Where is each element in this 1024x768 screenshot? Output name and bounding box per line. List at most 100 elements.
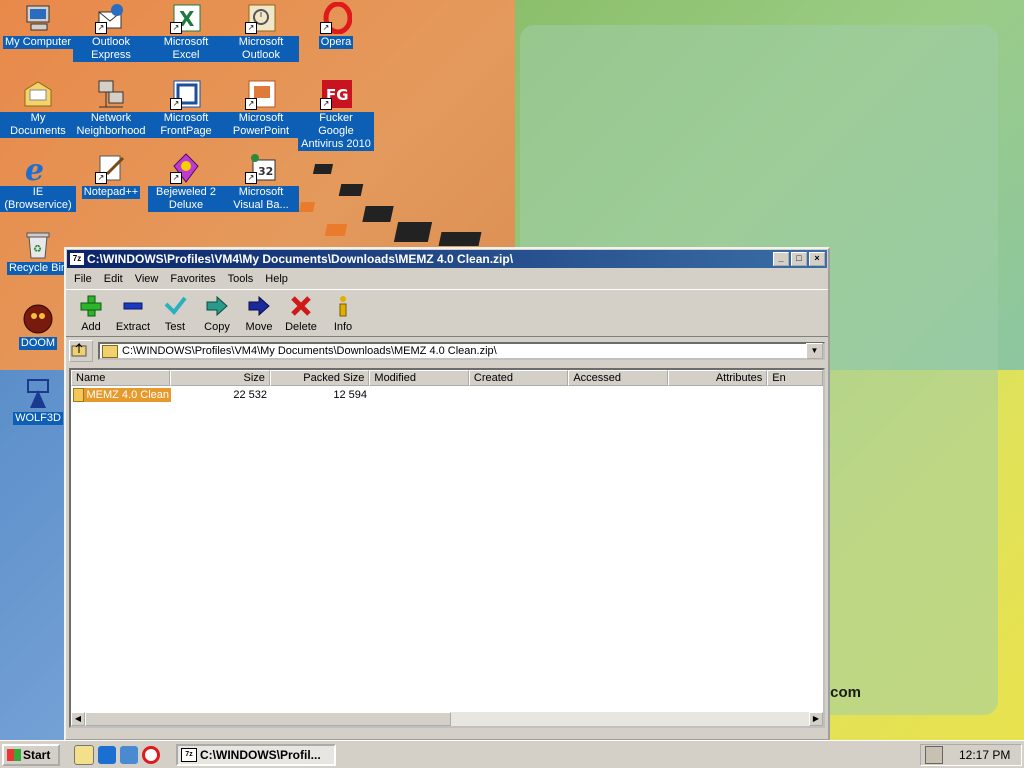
desktop-icon-notepad-plus-plus[interactable]: ↗ Notepad++ [73, 152, 149, 199]
column-encrypted[interactable]: En [767, 370, 823, 386]
frontpage-icon: ↗ [170, 78, 202, 110]
table-row[interactable]: MEMZ 4.0 Clean 22 532 12 594 [71, 386, 823, 404]
wallpaper-tile [324, 224, 348, 236]
desktop-icon-microsoft-frontpage[interactable]: ↗ Microsoft FrontPage [148, 78, 224, 138]
item-name: MEMZ 4.0 Clean [86, 389, 169, 401]
windows-flag-icon [7, 748, 21, 761]
maximize-button[interactable]: □ [791, 252, 807, 266]
scrollbar-thumb[interactable] [85, 712, 451, 726]
desktop-icon-label: IE (Browservice) [0, 186, 76, 212]
test-button[interactable]: Test [154, 294, 196, 336]
address-combobox[interactable]: C:\WINDOWS\Profiles\VM4\My Documents\Dow… [98, 342, 825, 360]
shortcut-arrow-icon: ↗ [320, 98, 332, 110]
selected-item[interactable]: MEMZ 4.0 Clean [73, 388, 171, 402]
column-packed-size[interactable]: Packed Size [269, 370, 370, 386]
scroll-left-icon[interactable]: ◀ [71, 712, 85, 726]
desktop-icon-microsoft-outlook[interactable]: ↗ Microsoft Outlook [223, 2, 299, 62]
desktop-icon-microsoft-powerpoint[interactable]: ↗ Microsoft PowerPoint [223, 78, 299, 138]
window-titlebar[interactable]: 7z C:\WINDOWS\Profiles\VM4\My Documents\… [67, 250, 827, 268]
computer-icon [22, 2, 54, 34]
copy-label: Copy [204, 321, 230, 333]
start-button[interactable]: Start [2, 743, 60, 766]
name-cell: MEMZ 4.0 Clean [71, 388, 171, 402]
plus-icon [79, 294, 103, 318]
shortcut-arrow-icon: ↗ [170, 22, 182, 34]
menu-edit[interactable]: Edit [98, 273, 129, 285]
quicklaunch-outlook-icon[interactable] [120, 745, 138, 764]
file-list[interactable]: Name Size Packed Size Modified Created A… [69, 368, 825, 728]
add-button[interactable]: Add [70, 294, 112, 336]
desktop-icon-microsoft-excel[interactable]: X ↗ Microsoft Excel [148, 2, 224, 62]
column-name[interactable]: Name [71, 370, 171, 386]
desktop-icon-label: Opera [318, 36, 354, 49]
doom-icon [22, 303, 54, 335]
extract-button[interactable]: Extract [112, 294, 154, 336]
desktop-icon-label: My Documents [0, 112, 76, 138]
move-button[interactable]: Move [238, 294, 280, 336]
column-created[interactable]: Created [468, 370, 569, 386]
extract-label: Extract [115, 321, 151, 333]
desktop-icon-label: DOOM [18, 337, 58, 350]
delete-x-icon [289, 294, 313, 318]
minimize-button[interactable]: _ [773, 252, 789, 266]
desktop-icon-outlook-express[interactable]: ↗ Outlook Express [73, 2, 149, 62]
menu-tools[interactable]: Tools [222, 273, 260, 285]
quicklaunch-ie-icon[interactable] [98, 745, 116, 764]
close-button[interactable]: × [809, 252, 825, 266]
7zip-app-icon: 7z [70, 253, 84, 265]
menu-help[interactable]: Help [259, 273, 294, 285]
menu-file[interactable]: File [68, 273, 98, 285]
scrollbar-track[interactable] [451, 712, 809, 726]
desktop-icon-label: Outlook Express [73, 36, 149, 62]
desktop-icon-antivirus[interactable]: FG ↗ Fucker Google Antivirus 2010 [298, 78, 374, 151]
copy-arrow-icon [205, 294, 229, 318]
desktop-icon-my-computer[interactable]: My Computer [0, 2, 76, 49]
dropdown-arrow-icon[interactable]: ▼ [806, 343, 823, 359]
7zip-app-icon: 7z [181, 747, 197, 762]
column-attributes[interactable]: Attributes [667, 370, 768, 386]
up-folder-button[interactable] [69, 340, 93, 362]
copy-button[interactable]: Copy [196, 294, 238, 336]
internet-explorer-icon: e [22, 152, 54, 188]
taskbar-window-button[interactable]: 7z C:\WINDOWS\Profil... [176, 743, 336, 766]
horizontal-scrollbar[interactable]: ◀ ▶ [71, 712, 823, 726]
outlook-express-icon: ↗ [95, 2, 127, 34]
shortcut-arrow-icon: ↗ [245, 172, 257, 184]
wallpaper-brand-text: .com [826, 684, 862, 701]
scroll-right-icon[interactable]: ▶ [809, 712, 823, 726]
outlook-icon: ↗ [245, 2, 277, 34]
desktop-icon-opera[interactable]: ↗ Opera [298, 1, 374, 49]
info-button[interactable]: Info [322, 294, 364, 336]
tray-icon[interactable] [925, 746, 943, 764]
column-modified[interactable]: Modified [369, 370, 469, 386]
column-size[interactable]: Size [170, 370, 270, 386]
shortcut-arrow-icon: ↗ [245, 22, 257, 34]
desktop-icon-ie[interactable]: e IE (Browservice) [0, 152, 76, 212]
desktop-icon-label: Microsoft FrontPage [148, 112, 224, 138]
desktop-icon-network-neighborhood[interactable]: Network Neighborhood [73, 78, 149, 138]
move-arrow-icon [247, 294, 271, 318]
desktop-icon-bejeweled[interactable]: ↗ Bejeweled 2 Deluxe [148, 152, 224, 212]
delete-button[interactable]: Delete [280, 294, 322, 336]
window-controls: _ □ × [773, 252, 825, 266]
archive-window[interactable]: 7z C:\WINDOWS\Profiles\VM4\My Documents\… [64, 247, 830, 741]
up-folder-icon [71, 342, 87, 357]
svg-text:♻: ♻ [33, 244, 42, 255]
svg-text:e: e [25, 153, 44, 184]
desktop-icon-visual-basic[interactable]: 32 ↗ Microsoft Visual Ba... [223, 152, 299, 212]
wallpaper-tile [393, 222, 433, 242]
desktop-icon-label: Notepad++ [81, 186, 141, 199]
quicklaunch-desktop-icon[interactable] [74, 744, 94, 765]
clock[interactable]: 12:17 PM [959, 748, 1010, 762]
desktop-icon-my-documents[interactable]: My Documents [0, 78, 76, 138]
menu-view[interactable]: View [129, 273, 165, 285]
delete-label: Delete [285, 321, 317, 333]
quicklaunch-opera-icon[interactable] [142, 745, 160, 764]
column-accessed[interactable]: Accessed [568, 370, 668, 386]
minus-icon [121, 294, 145, 318]
shortcut-arrow-icon: ↗ [170, 172, 182, 184]
desktop-icon-label: Network Neighborhood [73, 112, 149, 138]
folder-icon [73, 388, 85, 402]
system-tray: 12:17 PM [920, 744, 1022, 766]
menu-favorites[interactable]: Favorites [164, 273, 221, 285]
